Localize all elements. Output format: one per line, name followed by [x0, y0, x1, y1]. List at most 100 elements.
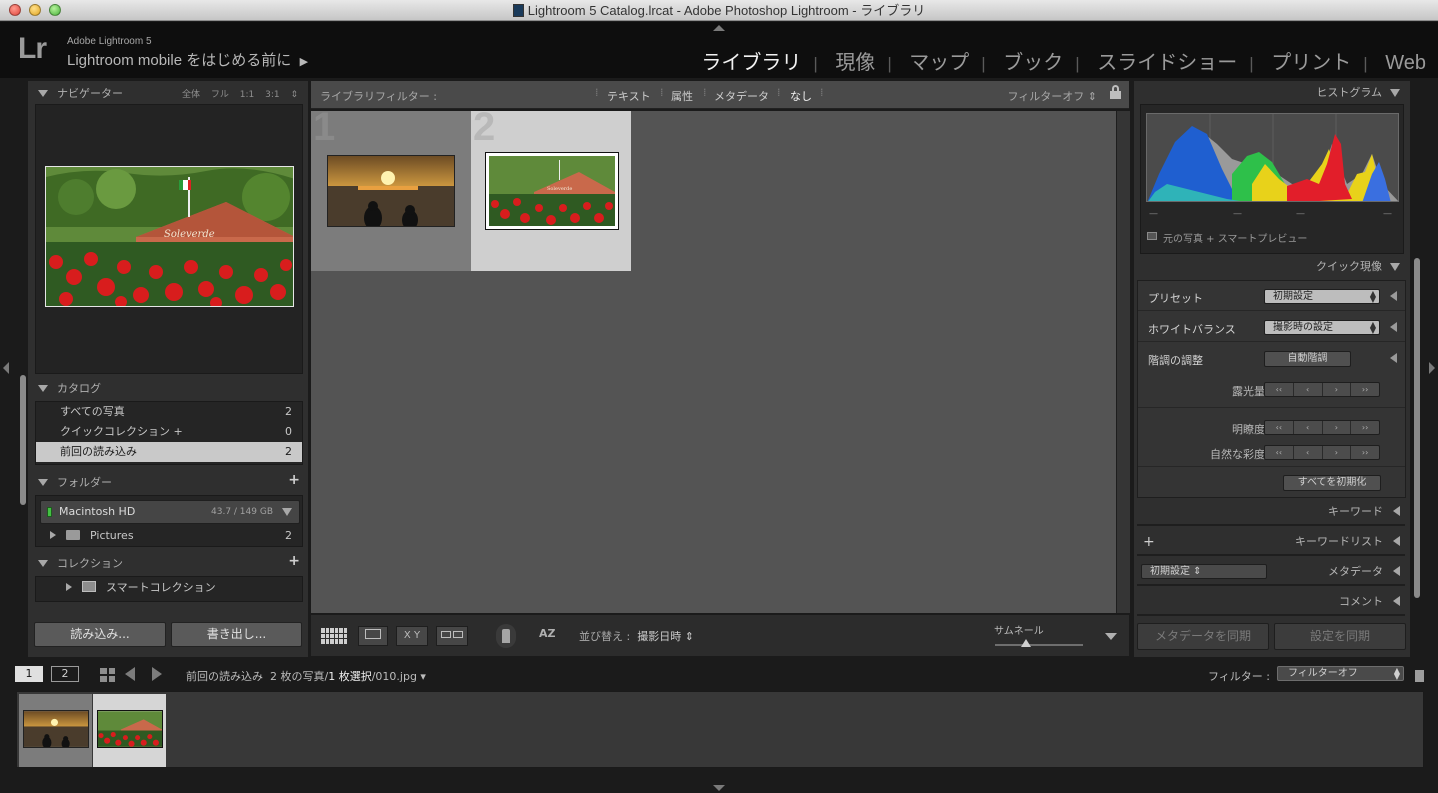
library-toolbar: X Y AZ 並び替え : 撮影日時 ⇕ サムネール	[311, 614, 1129, 656]
expand-icon[interactable]	[50, 531, 56, 539]
vibrance-stepper[interactable]: ‹‹ ‹ › ››	[1264, 445, 1380, 460]
thumbnail-roses[interactable]: Soleverde	[485, 152, 619, 230]
zoom-window-button[interactable]	[49, 4, 61, 16]
navigator-header[interactable]: ナビゲーター	[38, 85, 123, 105]
qd-tone-section: 階調の調整 自動階調 露光量 ‹‹ ‹ › ›› 明瞭度 ‹‹ ‹ › ›› 自然な彩度 ‹…	[1138, 343, 1405, 467]
export-button[interactable]: 書き出し...	[171, 622, 302, 647]
filter-text[interactable]: テキスト	[607, 88, 651, 104]
filmstrip-cell[interactable]	[19, 694, 92, 767]
filter-preset-select[interactable]: フィルターオフ ⇕	[1008, 88, 1098, 104]
zoom-3-1[interactable]: 3:1	[265, 90, 279, 100]
quick-develop-header[interactable]: クイック現像	[1316, 258, 1400, 276]
grid-view-icon[interactable]	[100, 668, 115, 682]
compare-view-button[interactable]: X Y	[396, 626, 428, 646]
expand-icon[interactable]	[1390, 291, 1397, 301]
module-slideshow[interactable]: スライドショー	[1097, 52, 1237, 74]
sync-metadata-button[interactable]: メタデータを同期	[1137, 623, 1269, 650]
metadata-header[interactable]: メタデータ	[1328, 563, 1400, 581]
folder-icon	[66, 530, 80, 540]
qd-white-balance-select[interactable]: 撮影時の設定 ▲ ▼	[1264, 320, 1380, 335]
primary-display-button[interactable]: 1	[15, 666, 43, 682]
close-window-button[interactable]	[9, 4, 21, 16]
mobile-promo-link[interactable]: Lightroom mobile をはじめる前に ▶	[67, 49, 308, 70]
right-panel-toggle-icon[interactable]	[1429, 362, 1435, 374]
filmstrip-source-path[interactable]: 前回の読み込み 2 枚の写真/1 枚選択/010.jpg ▾	[186, 668, 426, 684]
filter-attribute[interactable]: 属性	[671, 88, 693, 104]
module-book[interactable]: ブック	[1003, 52, 1063, 74]
left-panel-toggle-icon[interactable]	[3, 362, 9, 374]
collection-item-smart[interactable]: スマートコレクション	[36, 577, 302, 597]
unlock-icon[interactable]	[1110, 85, 1121, 99]
filmstrip-filter-select[interactable]: フィルターオフ ▲ ▼	[1277, 666, 1404, 681]
filter-none[interactable]: なし	[790, 88, 812, 104]
histogram-graph[interactable]	[1146, 113, 1399, 202]
volume-macintosh-hd[interactable]: Macintosh HD 43.7 / 149 GB	[40, 500, 300, 524]
exposure-stepper[interactable]: ‹‹ ‹ › ››	[1264, 382, 1380, 397]
module-library[interactable]: ライブラリ	[701, 52, 801, 74]
module-web[interactable]: Web	[1385, 52, 1426, 74]
grid-cell-selected[interactable]: 2 Soleverde	[471, 105, 631, 271]
secondary-display-button[interactable]: 2	[51, 666, 79, 682]
sort-control[interactable]: 並び替え : 撮影日時 ⇕	[579, 628, 694, 644]
import-button[interactable]: 読み込み...	[34, 622, 166, 647]
keywording-header[interactable]: キーワード	[1328, 503, 1400, 521]
folder-item-pictures[interactable]: Pictures 2	[36, 526, 302, 546]
metadata-preset-select[interactable]: 初期設定 ⇕	[1141, 564, 1267, 579]
module-print[interactable]: プリント	[1271, 52, 1351, 74]
zoom-fill[interactable]: フル	[211, 90, 229, 100]
qd-preset-row: プリセット 初期設定 ▲ ▼	[1138, 281, 1405, 311]
histogram-header[interactable]: ヒストグラム	[1316, 84, 1400, 102]
module-map[interactable]: マップ	[909, 52, 969, 74]
navigator-image[interactable]: Soleverde	[45, 166, 294, 307]
grid-scrollbar[interactable]	[1116, 111, 1130, 613]
reset-all-button[interactable]: すべてを初期化	[1283, 475, 1381, 491]
catalog-header[interactable]: カタログ	[38, 380, 101, 400]
zoom-1-1[interactable]: 1:1	[240, 90, 254, 100]
sort-direction-icon[interactable]: AZ	[539, 627, 556, 640]
filmstrip-toggle-icon[interactable]	[713, 785, 725, 791]
module-develop[interactable]: 現像	[835, 52, 875, 74]
qd-preset-select[interactable]: 初期設定 ▲ ▼	[1264, 289, 1380, 304]
grid-view-icon[interactable]	[319, 626, 349, 646]
expand-icon[interactable]	[66, 583, 72, 591]
add-folder-icon[interactable]: +	[288, 472, 300, 488]
volume-menu-icon[interactable]	[282, 508, 292, 516]
expand-icon[interactable]	[1390, 322, 1397, 332]
collections-header[interactable]: コレクション +	[38, 553, 300, 575]
catalog-item-quick-collection[interactable]: クイックコレクション +0	[36, 422, 302, 442]
toolbar-menu-icon[interactable]	[1105, 633, 1117, 640]
clarity-stepper[interactable]: ‹‹ ‹ › ››	[1264, 420, 1380, 435]
right-panel-scrollbar[interactable]	[1414, 258, 1420, 598]
add-keyword-icon[interactable]: +	[1143, 534, 1155, 550]
forward-arrow-icon[interactable]	[152, 667, 162, 681]
back-arrow-icon[interactable]	[125, 667, 135, 681]
auto-tone-button[interactable]: 自動階調	[1264, 351, 1351, 367]
keyword-list-header[interactable]: キーワードリスト	[1295, 533, 1400, 551]
survey-view-button[interactable]	[436, 626, 468, 646]
catalog-item-all-photos[interactable]: すべての写真 2	[36, 402, 302, 422]
painter-spray-icon[interactable]	[496, 624, 516, 648]
sync-settings-button[interactable]: 設定を同期	[1274, 623, 1406, 650]
collapse-icon	[38, 385, 48, 392]
filmstrip-cell-selected[interactable]	[93, 694, 166, 767]
folders-header[interactable]: フォルダー +	[38, 472, 300, 494]
minimize-window-button[interactable]	[29, 4, 41, 16]
comments-header[interactable]: コメント	[1339, 593, 1400, 611]
expand-icon	[1393, 566, 1400, 576]
zoom-more-icon[interactable]: ⇕	[290, 90, 298, 100]
left-panel-scrollbar[interactable]	[20, 375, 26, 505]
thumbnail-size-knob[interactable]	[1020, 639, 1031, 647]
catalog-item-previous-import[interactable]: 前回の読み込み 2	[36, 442, 302, 462]
thumbnail-sunset[interactable]	[327, 155, 455, 230]
zoom-fit[interactable]: 全体	[182, 90, 200, 100]
qd-white-balance-row: ホワイトバランス 撮影時の設定 ▲ ▼	[1138, 312, 1405, 342]
filter-metadata[interactable]: メタデータ	[714, 88, 769, 104]
filter-lock-icon[interactable]	[1415, 670, 1424, 682]
top-panel-toggle-icon[interactable]	[713, 25, 725, 31]
add-collection-icon[interactable]: +	[288, 553, 300, 569]
loupe-view-button[interactable]	[358, 626, 388, 646]
loupe-icon	[365, 629, 381, 639]
expand-icon[interactable]	[1390, 353, 1397, 363]
thumbnail-size-slider[interactable]	[995, 644, 1083, 646]
grid-cell[interactable]: 1	[311, 105, 471, 271]
